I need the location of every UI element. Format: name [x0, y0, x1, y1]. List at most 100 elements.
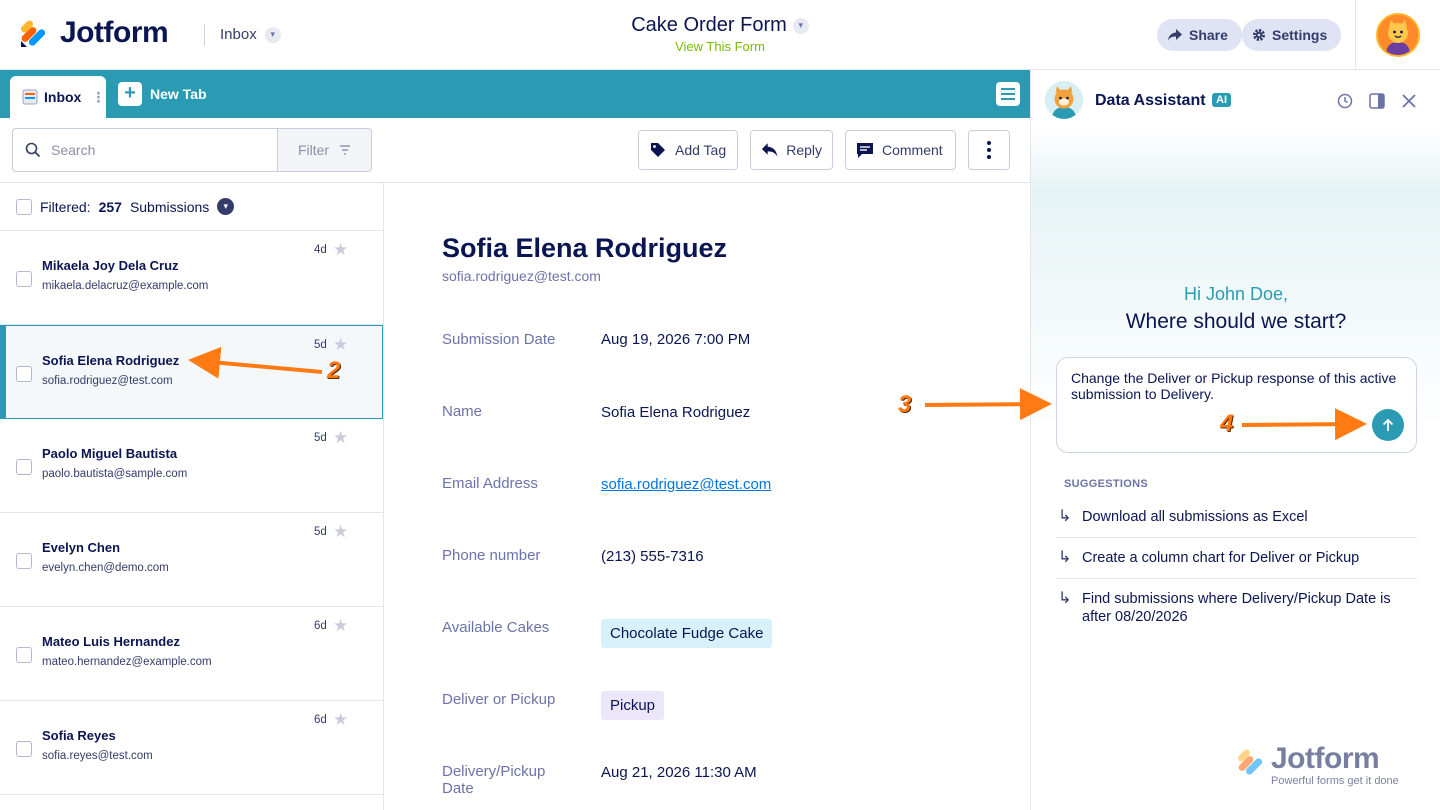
- assistant-avatar: [1045, 81, 1083, 119]
- settings-button[interactable]: Settings: [1242, 19, 1342, 51]
- list-item[interactable]: Sofia Reyes sofia.reyes@test.com 6d ★: [0, 701, 383, 795]
- inbox-toolbar: Search Filter Add Tag Reply Comment: [0, 118, 1030, 183]
- more-vertical-icon[interactable]: ⋮: [91, 89, 105, 106]
- submission-age: 6d: [314, 620, 327, 632]
- reply-icon: [761, 143, 778, 157]
- chevron-down-icon[interactable]: ▾: [217, 198, 235, 215]
- list-item[interactable]: Evelyn Chen evelyn.chen@demo.com 5d ★: [0, 513, 383, 607]
- list-item[interactable]: Mikaela Joy Dela Cruz mikaela.delacruz@e…: [0, 231, 383, 325]
- submitter-name: Mateo Luis Hernandez: [42, 634, 180, 649]
- submitter-name: Paolo Miguel Bautista: [42, 446, 178, 461]
- field-value: (213) 555-7316: [601, 548, 704, 565]
- filtered-prefix: Filtered:: [40, 198, 91, 215]
- search-input[interactable]: Search: [12, 128, 278, 172]
- suggestion-item[interactable]: ↳ Create a column chart for Deliver or P…: [1056, 549, 1417, 579]
- field-label: Deliver or Pickup: [442, 691, 556, 708]
- more-vertical-icon: [987, 141, 991, 159]
- submitter-email: evelyn.chen@demo.com: [42, 562, 169, 574]
- cake-chip: Chocolate Fudge Cake: [601, 619, 773, 648]
- submitter-name: Evelyn Chen: [42, 540, 121, 555]
- submitter-email: paolo.bautista@sample.com: [42, 468, 188, 480]
- more-options-button[interactable]: [968, 130, 1010, 170]
- row-checkbox[interactable]: [16, 366, 32, 382]
- jotform-logo-icon: [1238, 749, 1263, 775]
- row-checkbox[interactable]: [16, 553, 32, 569]
- list-item[interactable]: Paolo Miguel Bautista paolo.bautista@sam…: [0, 419, 383, 513]
- close-icon[interactable]: [1400, 92, 1418, 110]
- settings-label: Settings: [1272, 27, 1328, 43]
- star-icon[interactable]: ★: [333, 522, 348, 542]
- submission-count: 257: [98, 198, 122, 215]
- panel-layout-icon[interactable]: [1368, 92, 1386, 110]
- share-button[interactable]: Share: [1157, 19, 1242, 51]
- data-assistant-panel: Data Assistant AI Hi John Doe, Where sho…: [1030, 70, 1440, 810]
- star-icon[interactable]: ★: [333, 710, 348, 730]
- submission-age: 6d: [314, 714, 327, 726]
- share-icon: [1168, 29, 1182, 41]
- annotation-number: 4: [1220, 410, 1234, 437]
- row-checkbox[interactable]: [16, 459, 32, 475]
- return-arrow-icon: ↳: [1058, 508, 1072, 525]
- filter-icon: [340, 145, 351, 155]
- watermark-tagline: Powerful forms get it done: [1271, 775, 1399, 787]
- add-tag-button[interactable]: Add Tag: [638, 130, 738, 170]
- suggestion-text: Create a column chart for Deliver or Pic…: [1082, 550, 1360, 566]
- plus-icon: +: [118, 82, 142, 106]
- reply-button[interactable]: Reply: [750, 130, 833, 170]
- annotation-number: 3: [898, 391, 912, 418]
- history-icon[interactable]: [1336, 92, 1354, 110]
- assistant-title-text: Data Assistant: [1095, 92, 1206, 109]
- prompt-input-text: Change the Deliver or Pickup response of…: [1071, 370, 1397, 402]
- assistant-header: Data Assistant AI: [1031, 70, 1440, 132]
- suggestion-text: Find submissions where Delivery/Pickup D…: [1082, 591, 1391, 625]
- tab-inbox[interactable]: Inbox ⋮: [10, 76, 106, 118]
- field-label: Email Address: [442, 475, 538, 492]
- divider: [1355, 0, 1356, 70]
- return-arrow-icon: ↳: [1058, 590, 1072, 607]
- row-checkbox[interactable]: [16, 741, 32, 757]
- return-arrow-icon: ↳: [1058, 549, 1072, 566]
- submitter-name: Sofia Elena Rodriguez: [42, 353, 180, 368]
- field-label: Phone number: [442, 547, 541, 564]
- add-tag-label: Add Tag: [675, 142, 727, 158]
- new-tab-label: New Tab: [150, 86, 207, 102]
- list-item[interactable]: Mateo Luis Hernandez mateo.hernandez@exa…: [0, 607, 383, 701]
- star-icon[interactable]: ★: [333, 240, 348, 260]
- submitter-email: mikaela.delacruz@example.com: [42, 280, 209, 292]
- inbox-tab-icon: [22, 89, 38, 105]
- user-avatar[interactable]: [1376, 13, 1420, 57]
- suggestion-item[interactable]: ↳ Find submissions where Delivery/Pickup…: [1056, 590, 1417, 630]
- new-tab-button[interactable]: + New Tab: [118, 82, 207, 106]
- star-icon[interactable]: ★: [333, 335, 348, 355]
- list-header: Filtered: 257 Submissions ▾: [0, 183, 383, 231]
- submission-age: 5d: [314, 432, 327, 444]
- send-button[interactable]: [1372, 409, 1404, 441]
- form-title-text: Cake Order Form: [631, 14, 787, 36]
- suggestion-text: Download all submissions as Excel: [1082, 509, 1308, 525]
- email-link[interactable]: sofia.rodriguez@test.com: [601, 476, 771, 493]
- star-icon[interactable]: ★: [333, 428, 348, 448]
- question-text: Where should we start?: [1125, 310, 1347, 333]
- prompt-input[interactable]: Change the Deliver or Pickup response of…: [1056, 357, 1417, 453]
- field-label: Delivery/Pickup Date: [442, 763, 546, 797]
- tab-bar: Inbox ⋮ + New Tab: [0, 70, 1030, 118]
- filter-button[interactable]: Filter: [277, 128, 372, 172]
- submitter-email: sofia.rodriguez@test.com: [42, 375, 173, 387]
- hamburger-menu-icon[interactable]: [996, 82, 1020, 106]
- submitter-name: Mikaela Joy Dela Cruz: [42, 258, 179, 273]
- arrow-up-icon: [1382, 418, 1394, 431]
- search-placeholder: Search: [51, 142, 96, 158]
- field-label: Name: [442, 403, 483, 420]
- tab-inbox-label: Inbox: [44, 89, 82, 105]
- star-icon[interactable]: ★: [333, 616, 348, 636]
- row-checkbox[interactable]: [16, 271, 32, 287]
- submitter-name: Sofia Reyes: [42, 728, 116, 743]
- suggestions-title: SUGGESTIONS: [1064, 478, 1148, 490]
- list-item-active[interactable]: Sofia Elena Rodriguez sofia.rodriguez@te…: [0, 325, 383, 419]
- select-all-checkbox[interactable]: [16, 198, 32, 215]
- suggestion-item[interactable]: ↳ Download all submissions as Excel: [1056, 508, 1417, 538]
- row-checkbox[interactable]: [16, 647, 32, 663]
- field-label: Available Cakes: [442, 619, 550, 636]
- comment-button[interactable]: Comment: [845, 130, 956, 170]
- filter-label: Filter: [297, 142, 330, 158]
